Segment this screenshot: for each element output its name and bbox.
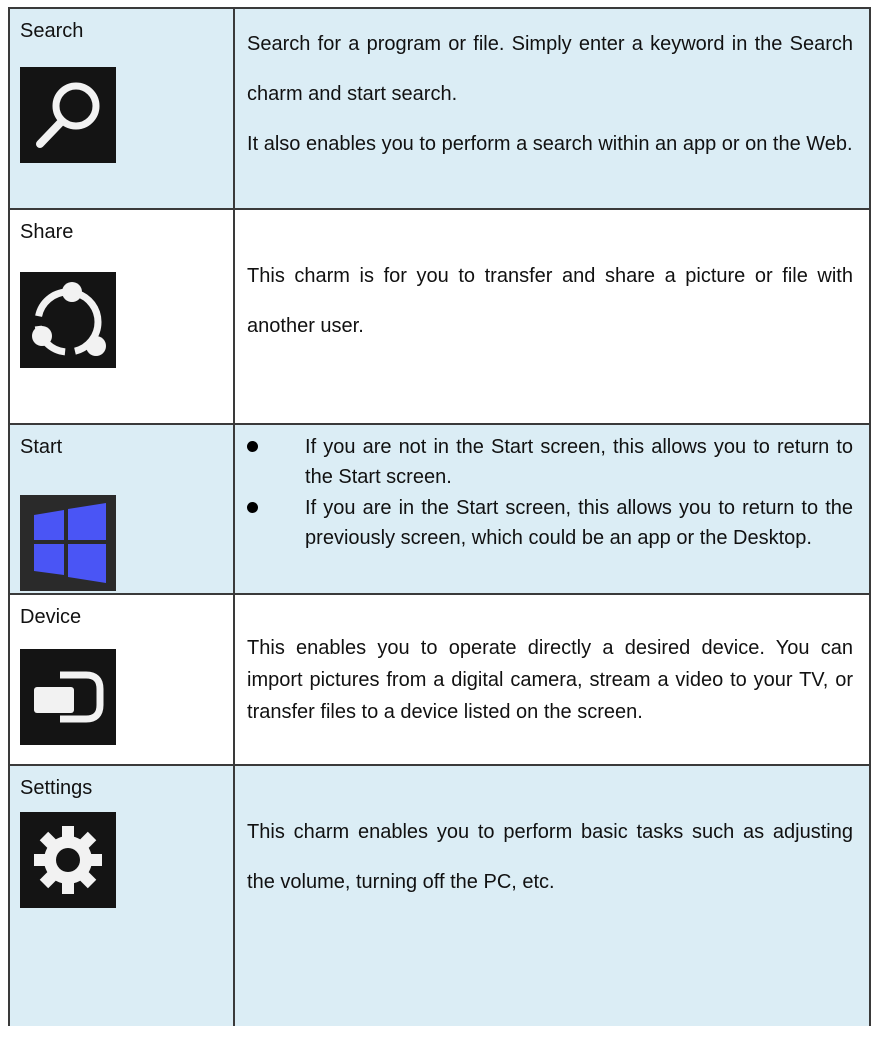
charm-name-cell: Start: [7, 423, 236, 595]
charms-table-container: Search Search for a program or file. Sim…: [7, 7, 871, 1026]
description-paragraph: This charm enables you to perform basic …: [247, 821, 853, 893]
bullet-list: If you are not in the Start screen, this…: [235, 425, 869, 553]
list-item: If you are in the Start screen, this all…: [247, 493, 853, 553]
charm-name: Start: [20, 436, 63, 458]
charm-description-cell: This charm is for you to transfer and sh…: [233, 208, 871, 425]
search-icon: [20, 67, 116, 163]
bullet-icon: [247, 441, 259, 452]
description-paragraph: This charm is for you to transfer and sh…: [247, 265, 853, 337]
table-row-search: Search Search for a program or file. Sim…: [7, 7, 871, 210]
description-paragraph: This enables you to operate directly a d…: [247, 637, 853, 723]
description-paragraph: Search for a program or file. Simply ent…: [247, 33, 853, 105]
table-row-start: Start If you are not in the Start screen…: [7, 423, 871, 595]
charm-name-cell: Settings: [7, 764, 236, 1026]
charm-name-cell: Device: [7, 593, 236, 766]
bullet-text: If you are in the Start screen, this all…: [305, 497, 853, 549]
charm-description-cell: This enables you to operate directly a d…: [233, 593, 871, 766]
charm-description-cell: Search for a program or file. Simply ent…: [233, 7, 871, 210]
bullet-icon: [247, 502, 259, 513]
windows-logo-icon: [20, 495, 116, 591]
gear-icon: [20, 812, 116, 908]
charm-name: Device: [20, 606, 82, 628]
charm-description-cell: If you are not in the Start screen, this…: [233, 423, 871, 595]
list-item: If you are not in the Start screen, this…: [247, 432, 853, 492]
charm-name: Search: [20, 20, 84, 42]
bullet-text: If you are not in the Start screen, this…: [305, 436, 853, 488]
table-row-share: Share This charm is for you to transfer …: [7, 208, 871, 425]
device-icon: [20, 649, 116, 745]
charm-description-cell: This charm enables you to perform basic …: [233, 764, 871, 1026]
charms-table: Search Search for a program or file. Sim…: [7, 7, 871, 1026]
table-row-device: Device This enables you to operate direc…: [7, 593, 871, 766]
charm-name-cell: Share: [7, 208, 236, 425]
charm-name: Settings: [20, 777, 93, 799]
share-icon: [20, 272, 116, 368]
description-paragraph: It also enables you to perform a search …: [247, 133, 853, 155]
table-row-settings: Settings This charm enables you to perfo…: [7, 764, 871, 1026]
charm-name-cell: Search: [7, 7, 236, 210]
charm-name: Share: [20, 221, 74, 243]
